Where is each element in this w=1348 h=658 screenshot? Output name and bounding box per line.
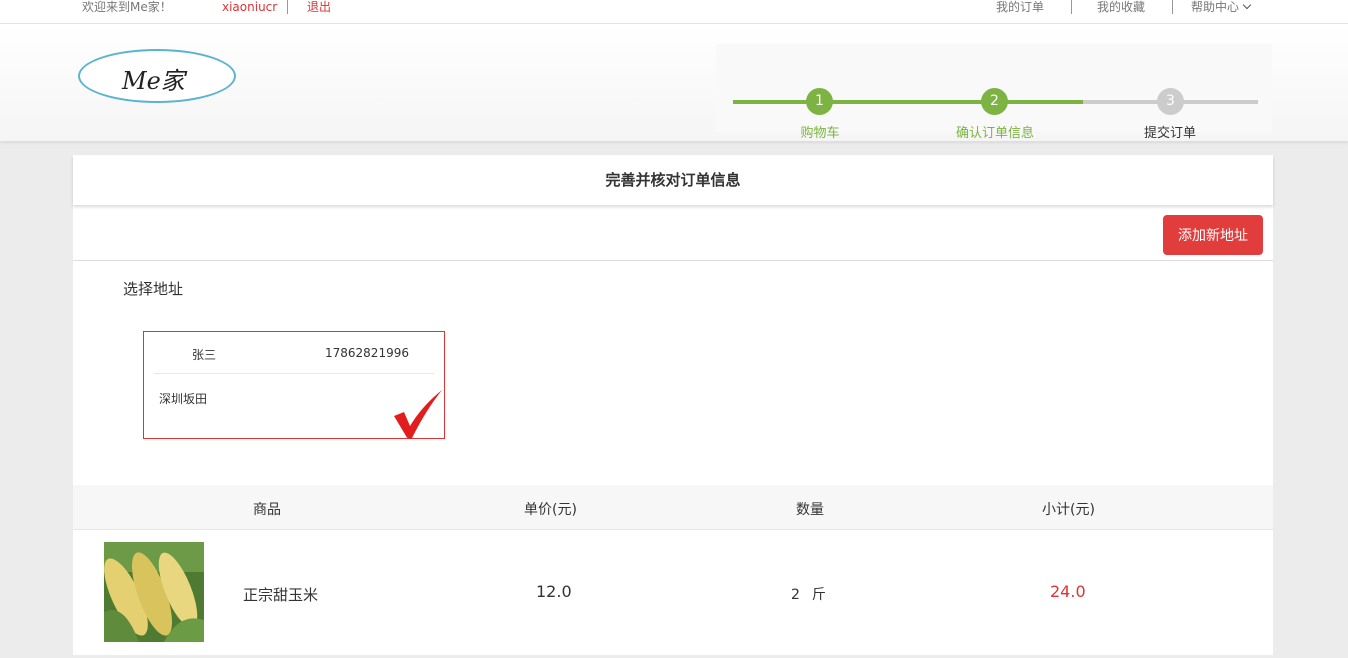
top-bar: 欢迎来到Me家！ xiaoniucr 退出 我的订单 我的收藏 帮助中心 [0, 0, 1348, 24]
help-center-label: 帮助中心 [1191, 0, 1240, 14]
add-address-button[interactable]: 添加新地址 [1163, 215, 1263, 255]
chevron-down-icon [1242, 0, 1252, 10]
column-header-subtotal: 小计(元) [1042, 502, 1095, 518]
progress-track-done [733, 100, 1083, 104]
logo[interactable]: Me家 [78, 49, 236, 103]
check-icon [394, 390, 442, 439]
corn-image[interactable] [104, 542, 204, 642]
address-toolbar: 添加新地址 [73, 205, 1273, 261]
step-3-number: 3 [1157, 88, 1184, 115]
address-card[interactable]: 张三 17862821996 深圳坂田 [143, 331, 445, 439]
select-address-label: 选择地址 [123, 280, 184, 298]
divider [154, 373, 434, 374]
address-detail: 深圳坂田 [159, 392, 208, 406]
quantity-unit: 斤 [811, 587, 826, 603]
divider [1172, 0, 1173, 14]
step-3-label: 提交订单 [1143, 126, 1196, 141]
step-2-number: 2 [981, 88, 1008, 115]
quantity-number: 2 [791, 587, 800, 603]
my-orders-link[interactable]: 我的订单 [996, 0, 1044, 14]
column-header-quantity: 数量 [796, 502, 824, 518]
column-header-price: 单价(元) [524, 502, 577, 518]
table-header: 商品 单价(元) 数量 小计(元) [73, 485, 1273, 530]
checkout-progress: 1 2 3 购物车 确认订单信息 提交订单 [716, 44, 1272, 141]
quantity-value: 2斤 [791, 584, 826, 604]
page-title: 完善并核对订单信息 [73, 155, 1273, 205]
step-1-number: 1 [806, 88, 833, 115]
my-favorites-link[interactable]: 我的收藏 [1097, 0, 1145, 14]
unit-price: 12.0 [536, 582, 572, 601]
logout-link[interactable]: 退出 [307, 0, 331, 14]
address-name: 张三 [192, 348, 217, 362]
divider [1071, 0, 1072, 14]
table-row: 正宗甜玉米 12.0 2斤 24.0 [73, 530, 1273, 655]
column-header-product: 商品 [253, 502, 281, 518]
subtotal-value: 24.0 [1050, 582, 1086, 601]
order-confirm-panel: 完善并核对订单信息 添加新地址 选择地址 张三 17862821996 深圳坂田… [73, 155, 1273, 655]
product-name-link[interactable]: 正宗甜玉米 [243, 584, 318, 605]
step-1-label: 购物车 [800, 126, 840, 141]
header: Me家 1 2 3 购物车 确认订单信息 提交订单 [0, 24, 1348, 141]
logo-text: Me家 [122, 67, 185, 95]
address-phone: 17862821996 [325, 346, 409, 360]
username-link[interactable]: xiaoniucr [222, 0, 289, 14]
help-center-menu[interactable]: 帮助中心 [1191, 0, 1252, 14]
welcome-text: 欢迎来到Me家！ [82, 0, 172, 14]
step-2-label: 确认订单信息 [955, 126, 1034, 141]
